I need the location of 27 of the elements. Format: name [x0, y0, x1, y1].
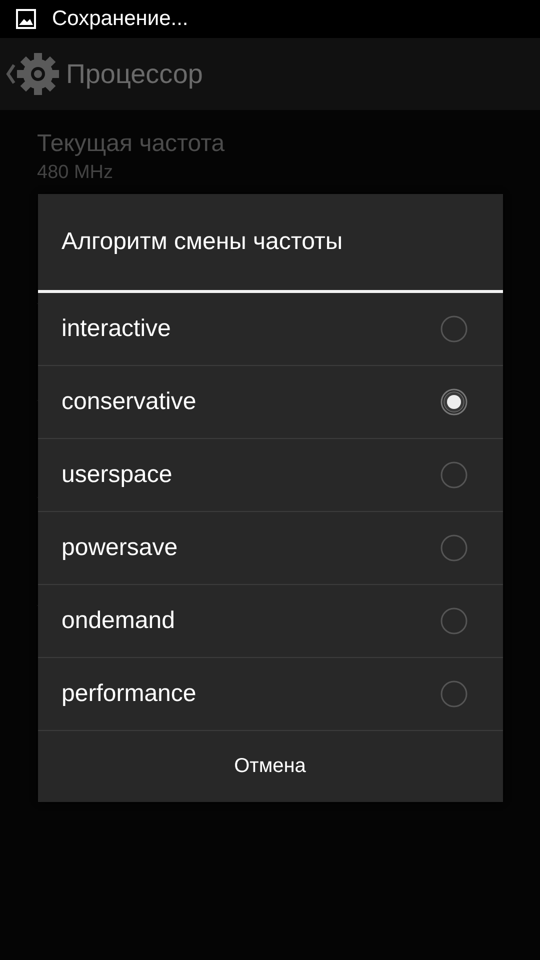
option-row[interactable]: performance — [38, 658, 502, 731]
radio-button[interactable] — [440, 534, 468, 562]
radio-button[interactable] — [440, 607, 468, 635]
radio-button[interactable] — [440, 388, 468, 416]
gear-icon — [16, 52, 60, 96]
option-label: performance — [62, 680, 196, 708]
option-row[interactable]: interactive — [38, 293, 502, 366]
setting-title: Текущая частота — [37, 130, 226, 158]
option-label: powersave — [62, 534, 178, 562]
option-label: ondemand — [62, 607, 175, 635]
option-label: interactive — [62, 315, 171, 343]
radio-button[interactable] — [440, 680, 468, 708]
radio-button[interactable] — [440, 315, 468, 343]
option-row[interactable]: powersave — [38, 512, 502, 585]
screen-title: Процессор — [66, 58, 203, 90]
option-label: conservative — [62, 388, 196, 416]
dialog-title: Алгоритм смены частоты — [38, 194, 502, 293]
option-label: userspace — [62, 461, 172, 489]
cancel-button[interactable]: Отмена — [38, 731, 502, 802]
option-row[interactable]: userspace — [38, 439, 502, 512]
radio-button[interactable] — [440, 461, 468, 489]
back-icon[interactable] — [6, 63, 16, 85]
image-icon — [16, 9, 36, 29]
option-row[interactable]: ondemand — [38, 585, 502, 658]
notification-text: Сохранение... — [52, 7, 188, 31]
option-row[interactable]: conservative — [38, 366, 502, 439]
setting-summary: 480 MHz — [37, 162, 114, 184]
